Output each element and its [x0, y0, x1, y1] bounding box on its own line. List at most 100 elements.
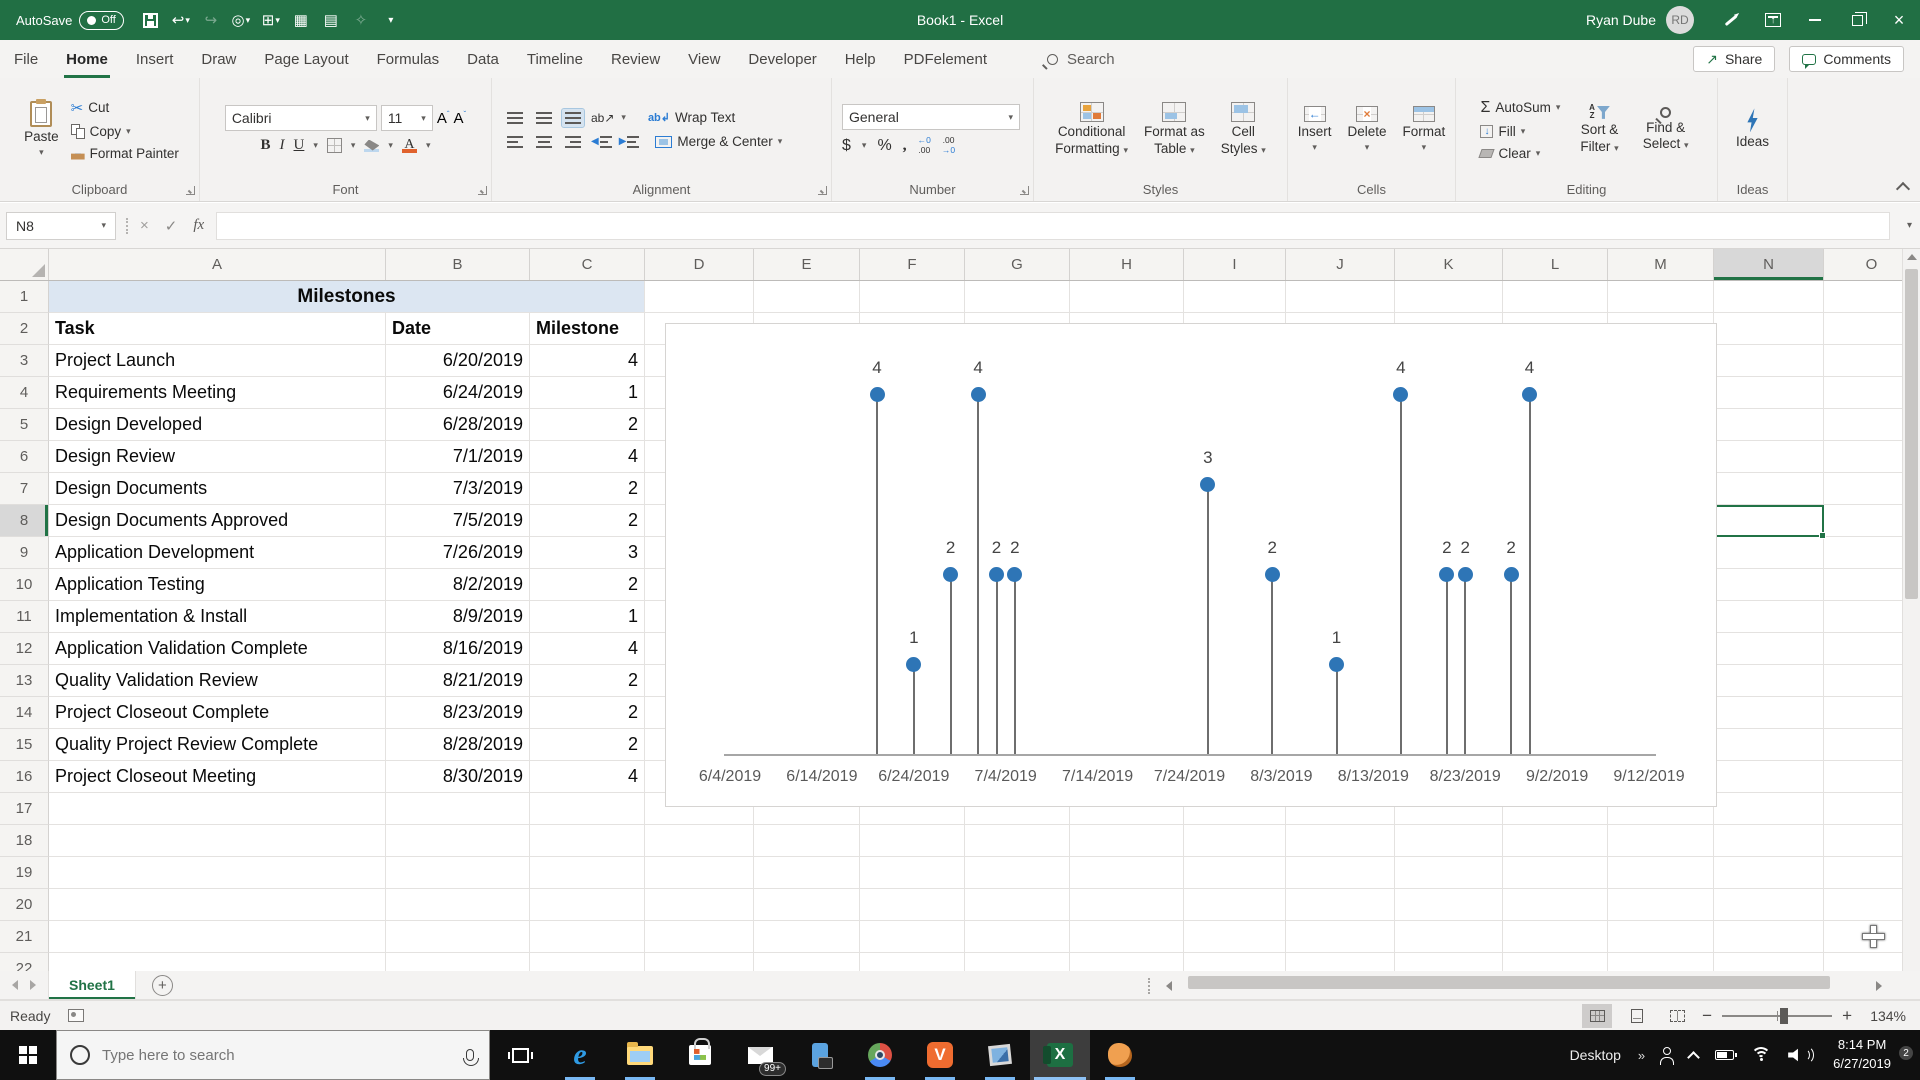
- column-header-C[interactable]: C: [530, 249, 645, 280]
- milestone-cell[interactable]: 4: [530, 441, 645, 473]
- cell[interactable]: [1184, 921, 1286, 953]
- cell[interactable]: [1070, 857, 1184, 889]
- cell[interactable]: [1714, 665, 1824, 697]
- cell[interactable]: [1184, 857, 1286, 889]
- task-cell[interactable]: Application Testing: [49, 569, 386, 601]
- tab-home[interactable]: Home: [52, 40, 122, 78]
- cell[interactable]: [1824, 857, 1902, 889]
- column-header-H[interactable]: H: [1070, 249, 1184, 280]
- cell[interactable]: [965, 953, 1070, 971]
- cell[interactable]: [1286, 921, 1395, 953]
- cell-styles-button[interactable]: Cell Styles ▾: [1214, 81, 1273, 178]
- date-cell[interactable]: 8/2/2019: [386, 569, 530, 601]
- insert-cells-ribbon-button[interactable]: ← Insert ▾: [1291, 81, 1339, 178]
- tab-developer[interactable]: Developer: [734, 40, 830, 78]
- page-layout-view-button[interactable]: [1622, 1004, 1652, 1028]
- cell[interactable]: [1824, 601, 1902, 633]
- cell[interactable]: [386, 857, 530, 889]
- row-header-6[interactable]: 6: [0, 441, 49, 473]
- cell[interactable]: [49, 953, 386, 971]
- cell[interactable]: [1714, 569, 1824, 601]
- cell[interactable]: [645, 889, 754, 921]
- cell[interactable]: [49, 825, 386, 857]
- cell[interactable]: [754, 921, 860, 953]
- wrap-text-button[interactable]: ab↲ Wrap Text: [645, 108, 738, 127]
- row-header-7[interactable]: 7: [0, 473, 49, 505]
- desktop-label[interactable]: Desktop: [1570, 1047, 1621, 1063]
- cell[interactable]: [1395, 889, 1503, 921]
- zoom-level[interactable]: 134%: [1862, 1008, 1906, 1024]
- insert-function-button[interactable]: fx: [193, 217, 204, 234]
- middle-align-button[interactable]: [533, 109, 555, 127]
- format-cells-button[interactable]: Format ▾: [1396, 81, 1453, 178]
- cell[interactable]: [965, 921, 1070, 953]
- column-header-L[interactable]: L: [1503, 249, 1608, 280]
- underline-button[interactable]: U: [294, 137, 305, 154]
- cell[interactable]: [1714, 857, 1824, 889]
- date-cell[interactable]: 7/5/2019: [386, 505, 530, 537]
- font-color-button[interactable]: A: [401, 138, 417, 153]
- customize-qat-button[interactable]: ▾: [376, 5, 406, 35]
- column-header-J[interactable]: J: [1286, 249, 1395, 280]
- cell[interactable]: [1503, 921, 1608, 953]
- scroll-up-arrow[interactable]: [1907, 254, 1917, 260]
- underline-caret[interactable]: ▾: [313, 140, 318, 151]
- cell[interactable]: [1184, 889, 1286, 921]
- cell[interactable]: [1286, 889, 1395, 921]
- tab-data[interactable]: Data: [453, 40, 513, 78]
- tab-file[interactable]: File: [0, 40, 52, 78]
- clear-button[interactable]: Clear ▾: [1477, 144, 1543, 163]
- tab-scroll-splitter[interactable]: [1148, 978, 1150, 994]
- cell[interactable]: [1286, 825, 1395, 857]
- restore-button[interactable]: [1836, 0, 1878, 40]
- cell[interactable]: [1608, 825, 1714, 857]
- cell[interactable]: [1824, 761, 1902, 793]
- column-header-G[interactable]: G: [965, 249, 1070, 280]
- italic-button[interactable]: I: [280, 137, 285, 154]
- column-header-B[interactable]: B: [386, 249, 530, 280]
- cell[interactable]: [1714, 825, 1824, 857]
- start-button[interactable]: [0, 1030, 56, 1080]
- task-cell[interactable]: Quality Validation Review: [49, 665, 386, 697]
- zoom-out-button[interactable]: −: [1702, 1006, 1712, 1026]
- cell[interactable]: [1070, 825, 1184, 857]
- cell[interactable]: [1184, 825, 1286, 857]
- cell[interactable]: [1503, 825, 1608, 857]
- row-header-22[interactable]: 22: [0, 953, 49, 971]
- date-cell[interactable]: 7/1/2019: [386, 441, 530, 473]
- task-cell[interactable]: Implementation & Install: [49, 601, 386, 633]
- tab-draw[interactable]: Draw: [187, 40, 250, 78]
- cut-button[interactable]: ✂ Cut: [68, 97, 182, 119]
- tab-pdfelement[interactable]: PDFelement: [890, 40, 1001, 78]
- merge-center-button[interactable]: Merge & Center ▾: [652, 132, 785, 151]
- tab-review[interactable]: Review: [597, 40, 674, 78]
- cell[interactable]: [1824, 441, 1902, 473]
- milestone-cell[interactable]: 1: [530, 377, 645, 409]
- task-cell[interactable]: Project Launch: [49, 345, 386, 377]
- close-button[interactable]: ×: [1878, 0, 1920, 40]
- taskbar-app-task-view[interactable]: [490, 1030, 550, 1080]
- taskbar-app-mail[interactable]: 99+: [730, 1030, 790, 1080]
- next-sheet-arrow[interactable]: [30, 980, 36, 990]
- cell[interactable]: [1714, 345, 1824, 377]
- milestone-cell[interactable]: 2: [530, 697, 645, 729]
- table-header-cell[interactable]: Milestone: [530, 313, 645, 345]
- new-sheet-button[interactable]: +: [151, 974, 173, 996]
- column-header-N[interactable]: N: [1714, 249, 1824, 280]
- cell[interactable]: [754, 857, 860, 889]
- vertical-scrollbar[interactable]: [1902, 249, 1920, 971]
- cell[interactable]: [754, 825, 860, 857]
- task-cell[interactable]: Requirements Meeting: [49, 377, 386, 409]
- cell[interactable]: [1824, 665, 1902, 697]
- formula-input[interactable]: [216, 211, 1890, 240]
- cell[interactable]: [386, 921, 530, 953]
- cell[interactable]: [645, 281, 754, 313]
- milestone-cell[interactable]: 3: [530, 537, 645, 569]
- zoom-slider[interactable]: [1722, 1007, 1833, 1024]
- record-macro-icon[interactable]: [68, 1009, 85, 1022]
- column-header-A[interactable]: A: [49, 249, 386, 280]
- format-painter-button[interactable]: Format Painter: [68, 144, 182, 163]
- font-size-select[interactable]: 11 ▾: [380, 105, 433, 131]
- bold-button[interactable]: B: [261, 137, 271, 154]
- cell[interactable]: [1714, 281, 1824, 313]
